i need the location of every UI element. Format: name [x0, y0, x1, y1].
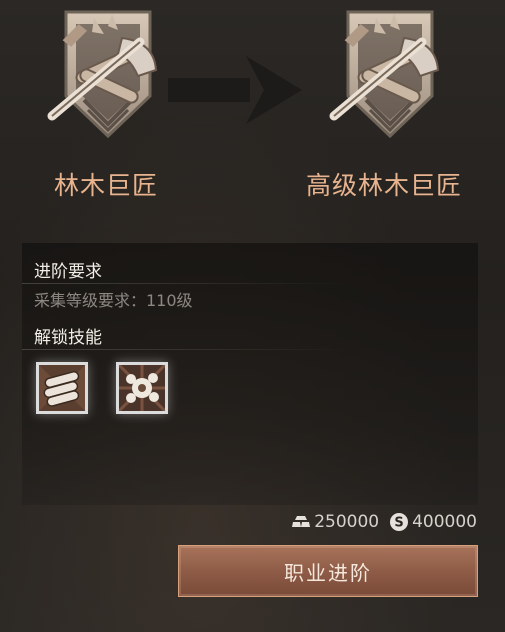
requirements-panel: 进阶要求 采集等级要求：110级 解锁技能: [22, 243, 478, 505]
woodcutter-axe-emblem-icon: [47, 10, 158, 139]
gather-level-requirement: 采集等级要求：110级: [34, 291, 193, 310]
svg-text:S: S: [394, 516, 403, 531]
unlock-skills-title: 解锁技能: [34, 328, 102, 348]
log-bundle-icon: [39, 365, 85, 411]
current-job-name: 林木巨匠: [54, 171, 159, 200]
skill-slot-1[interactable]: [36, 362, 88, 414]
skill-slot-2[interactable]: [116, 362, 168, 414]
silver-amount: 400000: [412, 512, 477, 532]
silver-coin-icon: S: [390, 513, 409, 531]
requirements-title: 进阶要求: [34, 262, 102, 282]
wood-chips-burst-icon: [119, 365, 165, 411]
materials-amount: 250000: [314, 512, 380, 532]
next-job-name: 高级林木巨匠: [306, 171, 463, 200]
divider: [22, 349, 352, 350]
ingot-stack-icon: [292, 516, 311, 527]
advance-job-button[interactable]: 职业进阶: [178, 545, 478, 597]
advancement-cost: 250000 S 400000: [291, 512, 477, 532]
arrow-right-icon: [168, 56, 302, 124]
woodcutter-axe-emblem-icon: [329, 10, 440, 139]
divider: [22, 283, 352, 284]
